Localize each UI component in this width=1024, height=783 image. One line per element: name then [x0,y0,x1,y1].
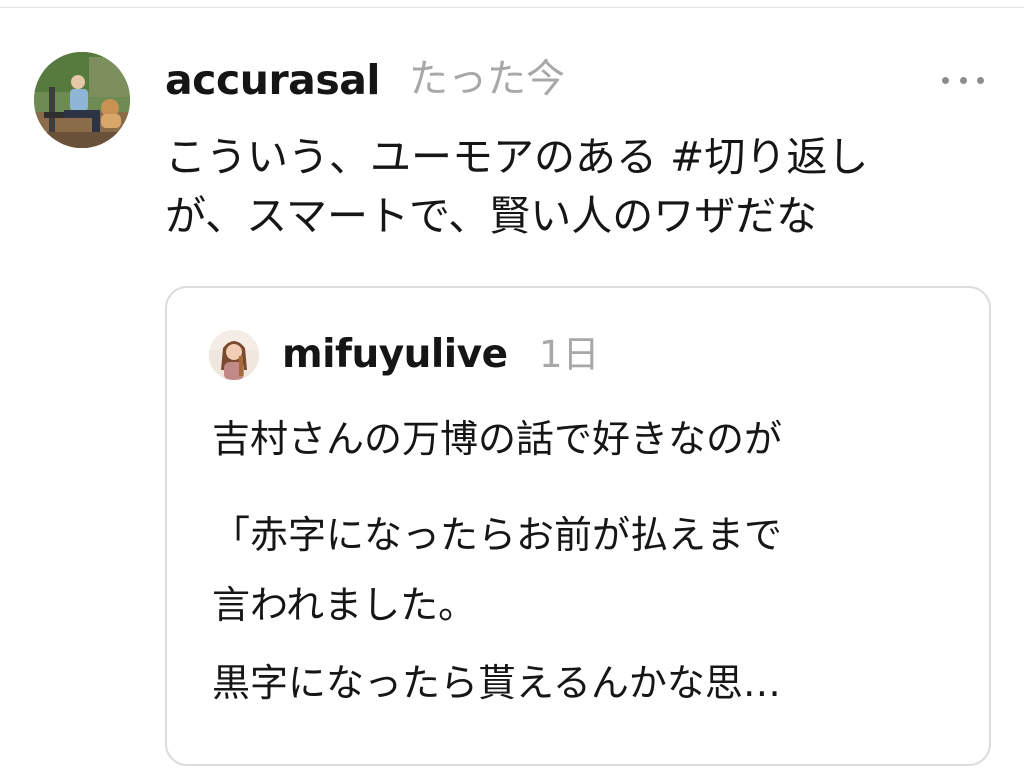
quoted-post-text-line: 吉村さんの万博の話で好きなのが [212,417,783,461]
more-options-button[interactable] [938,62,988,98]
more-horizontal-icon [942,76,949,84]
quoted-post-text-line: 「赤字になったらお前が払えまで [212,513,783,557]
quoted-user-avatar[interactable] [209,330,259,380]
user-avatar[interactable] [34,52,130,148]
quoted-post-text-line: 言われました。 [212,583,477,627]
quoted-avatar-photo-icon [209,330,259,380]
more-horizontal-icon [977,76,984,84]
quoted-post-timestamp: 1日 [539,333,600,376]
quoted-post-username[interactable]: mifuyulive [282,328,508,382]
more-horizontal-icon [959,76,967,84]
post-text-line: が、スマートで、賢い人のワザだな [165,192,818,240]
quoted-post-text-line: 黒字になったら貰えるんかな思… [212,661,781,705]
post-text: こういう、ユーモアのある #切り返し が、スマートで、賢い人のワザだな [165,128,1005,246]
post-username[interactable]: accurasal [165,52,380,108]
post-text-line: こういう、ユーモアのある #切り返し [165,133,869,181]
post-timestamp: たった今 [409,57,566,102]
quoted-post-card[interactable]: mifuyulive 1日 吉村さんの万博の話で好きなのが 「赤字になったらお前… [165,286,991,766]
top-divider [0,7,1024,8]
avatar-photo-icon [34,52,130,148]
